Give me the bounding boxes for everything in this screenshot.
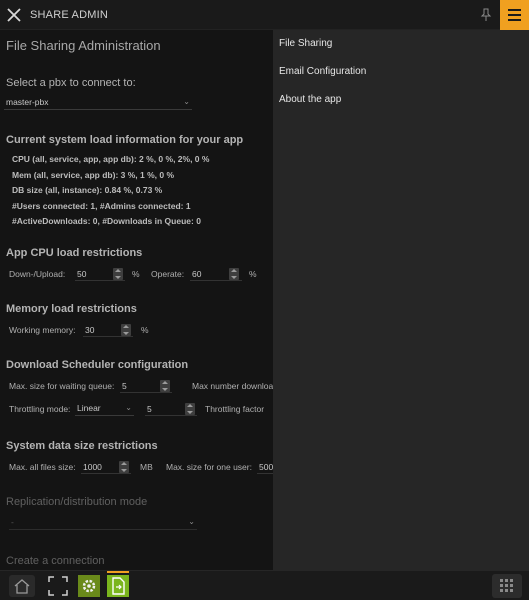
load-users: #Users connected: 1, #Admins connected: … [12,201,191,211]
throttling-factor-label: Throttling factor [205,404,265,414]
memory-heading: Memory load restrictions [6,303,137,315]
taskbar [0,570,529,600]
home-button[interactable] [9,575,35,597]
connection-heading: Create a connection [6,555,105,567]
home-icon [14,579,30,594]
load-info-heading: Current system load information for your… [6,134,244,146]
working-memory-label: Working memory: [9,325,76,335]
menu-item-about[interactable]: About the app [279,94,341,105]
max-user-label: Max. size for one user: [166,462,252,472]
max-user-input[interactable]: 500 [257,460,273,474]
file-share-app-icon[interactable] [107,575,129,597]
pbx-select-label: Select a pbx to connect to: [6,77,136,89]
scheduler-heading: Download Scheduler configuration [6,359,189,371]
main-panel: File Sharing Administration Select a pbx… [0,30,273,570]
load-downloads: #ActiveDownloads: 0, #Downloads in Queue… [12,216,201,226]
max-queue-label: Max. size for waiting queue: [9,381,115,391]
pin-icon[interactable] [480,8,492,22]
side-menu: File Sharing Email Configuration About t… [273,30,529,570]
operate-label: Operate: [151,269,185,279]
max-all-label: Max. all files size: [9,462,76,472]
max-queue-stepper[interactable] [160,380,170,392]
chevron-down-icon: ⌄ [183,97,190,106]
apps-grid-icon [500,579,513,592]
hamburger-menu-button[interactable] [500,0,529,30]
operate-stepper[interactable] [229,268,239,280]
load-mem: Mem (all, service, app db): 3 %, 1 %, 0 … [12,170,175,180]
throttling-mode-select[interactable]: Linear ⌄ [75,402,134,416]
menu-item-file-sharing[interactable]: File Sharing [279,38,332,49]
load-db: DB size (all, instance): 0.84 %, 0.73 % [12,185,163,195]
down-upload-label: Down-/Upload: [9,269,66,279]
close-icon[interactable] [7,8,21,22]
down-upload-stepper[interactable] [113,268,123,280]
menu-item-email-configuration[interactable]: Email Configuration [279,66,366,77]
title-bar: SHARE ADMIN [0,0,529,30]
datasize-heading: System data size restrictions [6,440,158,452]
settings-app-icon[interactable] [78,575,100,597]
page-title: File Sharing Administration [6,38,161,53]
chevron-down-icon: ⌄ [125,403,132,412]
hamburger-icon [508,9,521,11]
active-app-indicator [107,571,129,573]
throttling-mode-label: Throttling mode: [9,404,71,414]
replication-select[interactable]: - ⌄ [9,516,197,530]
pbx-select[interactable]: master-pbx ⌄ [4,96,192,110]
load-cpu: CPU (all, service, app, app db): 2 %, 0 … [12,154,210,164]
fullscreen-icon[interactable] [47,575,69,597]
app-title: SHARE ADMIN [30,9,108,21]
max-all-stepper[interactable] [119,461,129,473]
apps-grid-button[interactable] [492,574,522,598]
max-download-label: Max number downloa [192,381,273,391]
cpu-heading: App CPU load restrictions [6,247,143,259]
chevron-down-icon: ⌄ [188,517,195,526]
working-memory-stepper[interactable] [121,324,131,336]
replication-heading: Replication/distribution mode [6,496,148,508]
throttling-factor-stepper[interactable] [185,403,195,415]
